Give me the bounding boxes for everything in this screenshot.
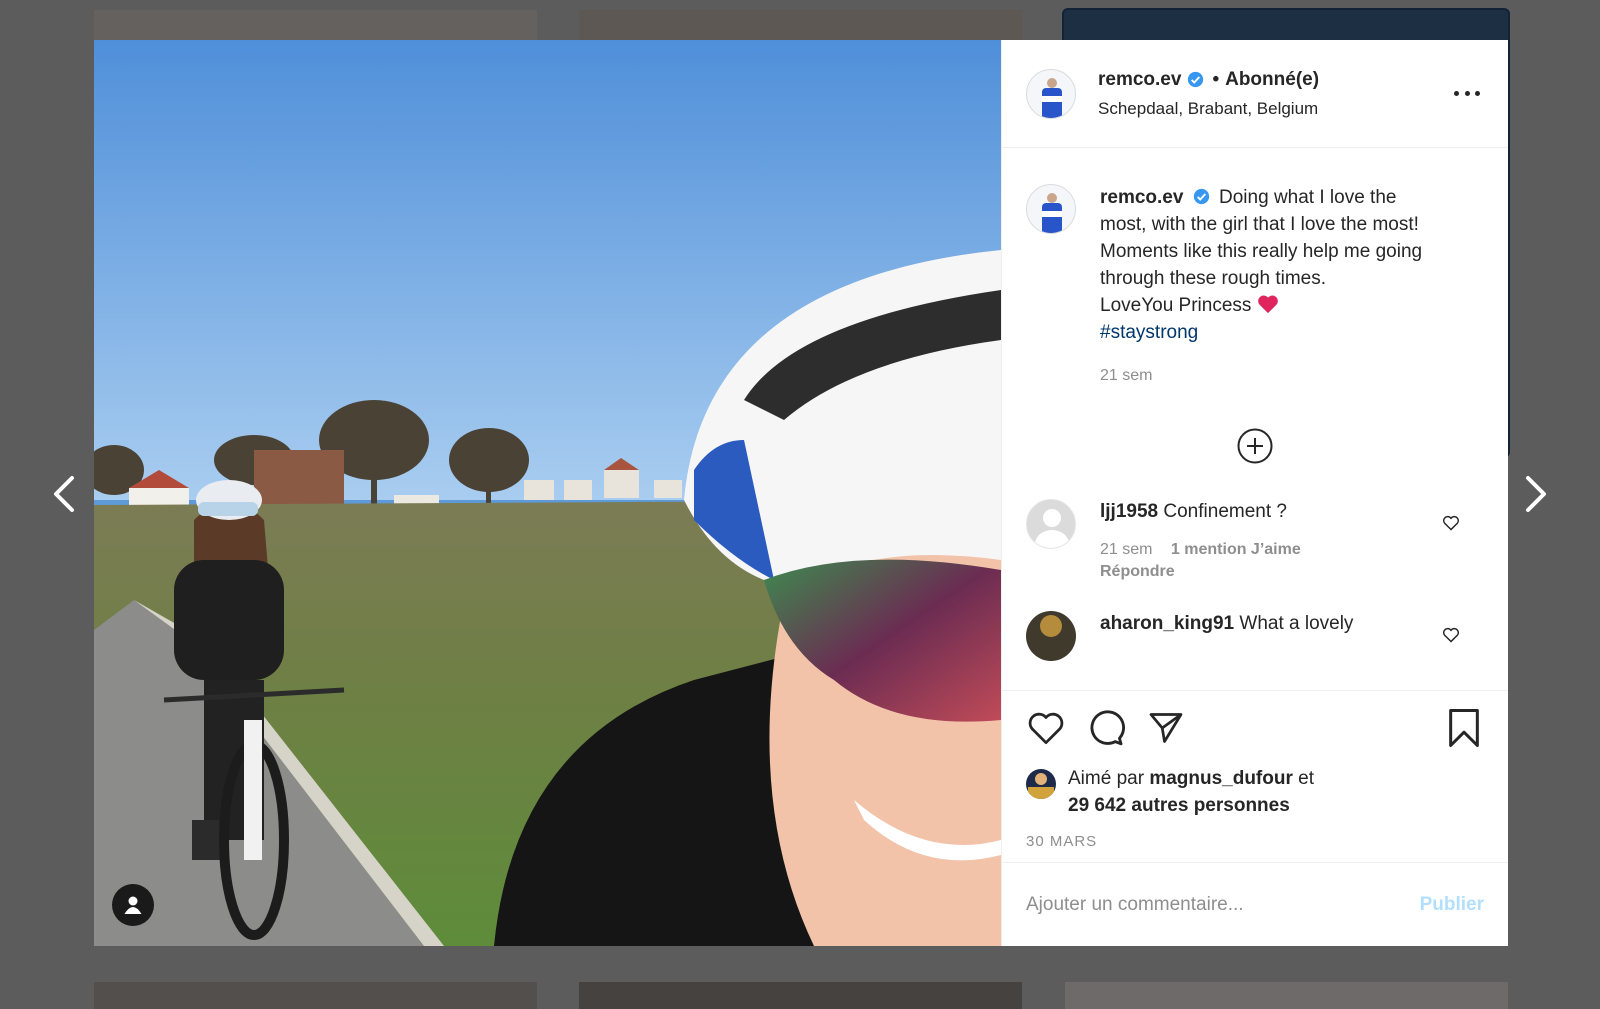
comment-item: aharon_king91 What a lovely: [1026, 611, 1484, 661]
caption-text-3: LoveYou Princess: [1100, 295, 1252, 316]
heart-icon: [1028, 712, 1064, 745]
post-date[interactable]: 30 MARS: [1026, 833, 1484, 850]
comment-username[interactable]: ljj1958: [1100, 501, 1158, 522]
like-button[interactable]: [1026, 708, 1066, 748]
chevron-left-icon: [54, 476, 74, 512]
publish-button[interactable]: Publier: [1420, 894, 1484, 916]
comment-text: Confinement ?: [1163, 501, 1287, 522]
separator-dot: •: [1212, 68, 1220, 90]
post-header: remco.ev • Abonné(e) Schepdaal, Brabant,…: [1002, 40, 1508, 148]
follow-status[interactable]: Abonné(e): [1225, 69, 1319, 91]
commenter-avatar[interactable]: [1026, 611, 1076, 661]
caption-author-avatar[interactable]: [1026, 184, 1076, 234]
load-more-comments: [1026, 427, 1484, 465]
heart-icon[interactable]: [1442, 515, 1460, 531]
photo-scene: [94, 40, 1001, 946]
comment-text: What a lovely: [1239, 613, 1354, 634]
liked-by-conj: et: [1298, 768, 1315, 789]
comment-button[interactable]: [1086, 708, 1126, 748]
more-options-button[interactable]: [1454, 83, 1480, 103]
user-tag-button[interactable]: [112, 884, 154, 926]
comment-bubble-icon: [1090, 710, 1125, 746]
comment-input[interactable]: [1026, 893, 1420, 916]
verified-badge-icon: [1188, 71, 1204, 88]
post-modal: remco.ev • Abonné(e) Schepdaal, Brabant,…: [94, 40, 1508, 946]
chevron-right-icon: [1526, 476, 1546, 512]
next-post-button[interactable]: [1518, 472, 1554, 516]
post-caption: remco.ev Doing what I love the most, wit…: [1026, 184, 1484, 389]
previous-post-button[interactable]: [46, 472, 82, 516]
bookmark-icon: [1449, 709, 1479, 747]
comment-item: ljj1958 Confinement ? 21 sem 1 mention J…: [1026, 499, 1484, 583]
plus-circle-icon[interactable]: [1236, 427, 1274, 465]
user-tag-icon: [124, 896, 142, 914]
verified-badge-icon: [1193, 188, 1209, 205]
caption-text-2: Moments like this really help me going t…: [1100, 241, 1423, 289]
liker-username[interactable]: magnus_dufour: [1149, 768, 1293, 789]
add-comment-bar: Publier: [1002, 862, 1508, 946]
liked-by: Aimé par magnus_dufour et 29 642 autres …: [1026, 765, 1484, 819]
post-location[interactable]: Schepdaal, Brabant, Belgium: [1098, 99, 1319, 119]
caption-time[interactable]: 21 sem: [1100, 362, 1430, 389]
red-heart-emoji-icon: [1257, 295, 1278, 314]
share-button[interactable]: [1146, 708, 1186, 748]
post-photo[interactable]: [94, 40, 1001, 946]
reply-button[interactable]: Répondre: [1100, 561, 1400, 583]
comment-time[interactable]: 21 sem: [1100, 541, 1152, 558]
likes-count[interactable]: 29 642 autres personnes: [1068, 795, 1290, 816]
post-actions: Aimé par magnus_dufour et 29 642 autres …: [1002, 690, 1508, 862]
caption-username[interactable]: remco.ev: [1100, 187, 1183, 208]
save-button[interactable]: [1444, 708, 1484, 748]
author-username[interactable]: remco.ev: [1098, 69, 1181, 91]
comment-username[interactable]: aharon_king91: [1100, 613, 1234, 634]
comment-likes[interactable]: 1 mention J’aime: [1171, 541, 1301, 558]
comments-list[interactable]: remco.ev Doing what I love the most, wit…: [1002, 148, 1508, 690]
heart-icon[interactable]: [1442, 627, 1460, 643]
hashtag-link[interactable]: #staystrong: [1100, 322, 1198, 343]
paper-plane-icon: [1149, 713, 1183, 743]
more-dots-icon: [1454, 90, 1459, 96]
post-sidebar: remco.ev • Abonné(e) Schepdaal, Brabant,…: [1001, 40, 1508, 946]
liked-by-prefix: Aimé par: [1068, 768, 1145, 789]
author-avatar[interactable]: [1026, 68, 1076, 119]
commenter-avatar[interactable]: [1026, 499, 1076, 549]
liker-avatar[interactable]: [1026, 769, 1056, 799]
